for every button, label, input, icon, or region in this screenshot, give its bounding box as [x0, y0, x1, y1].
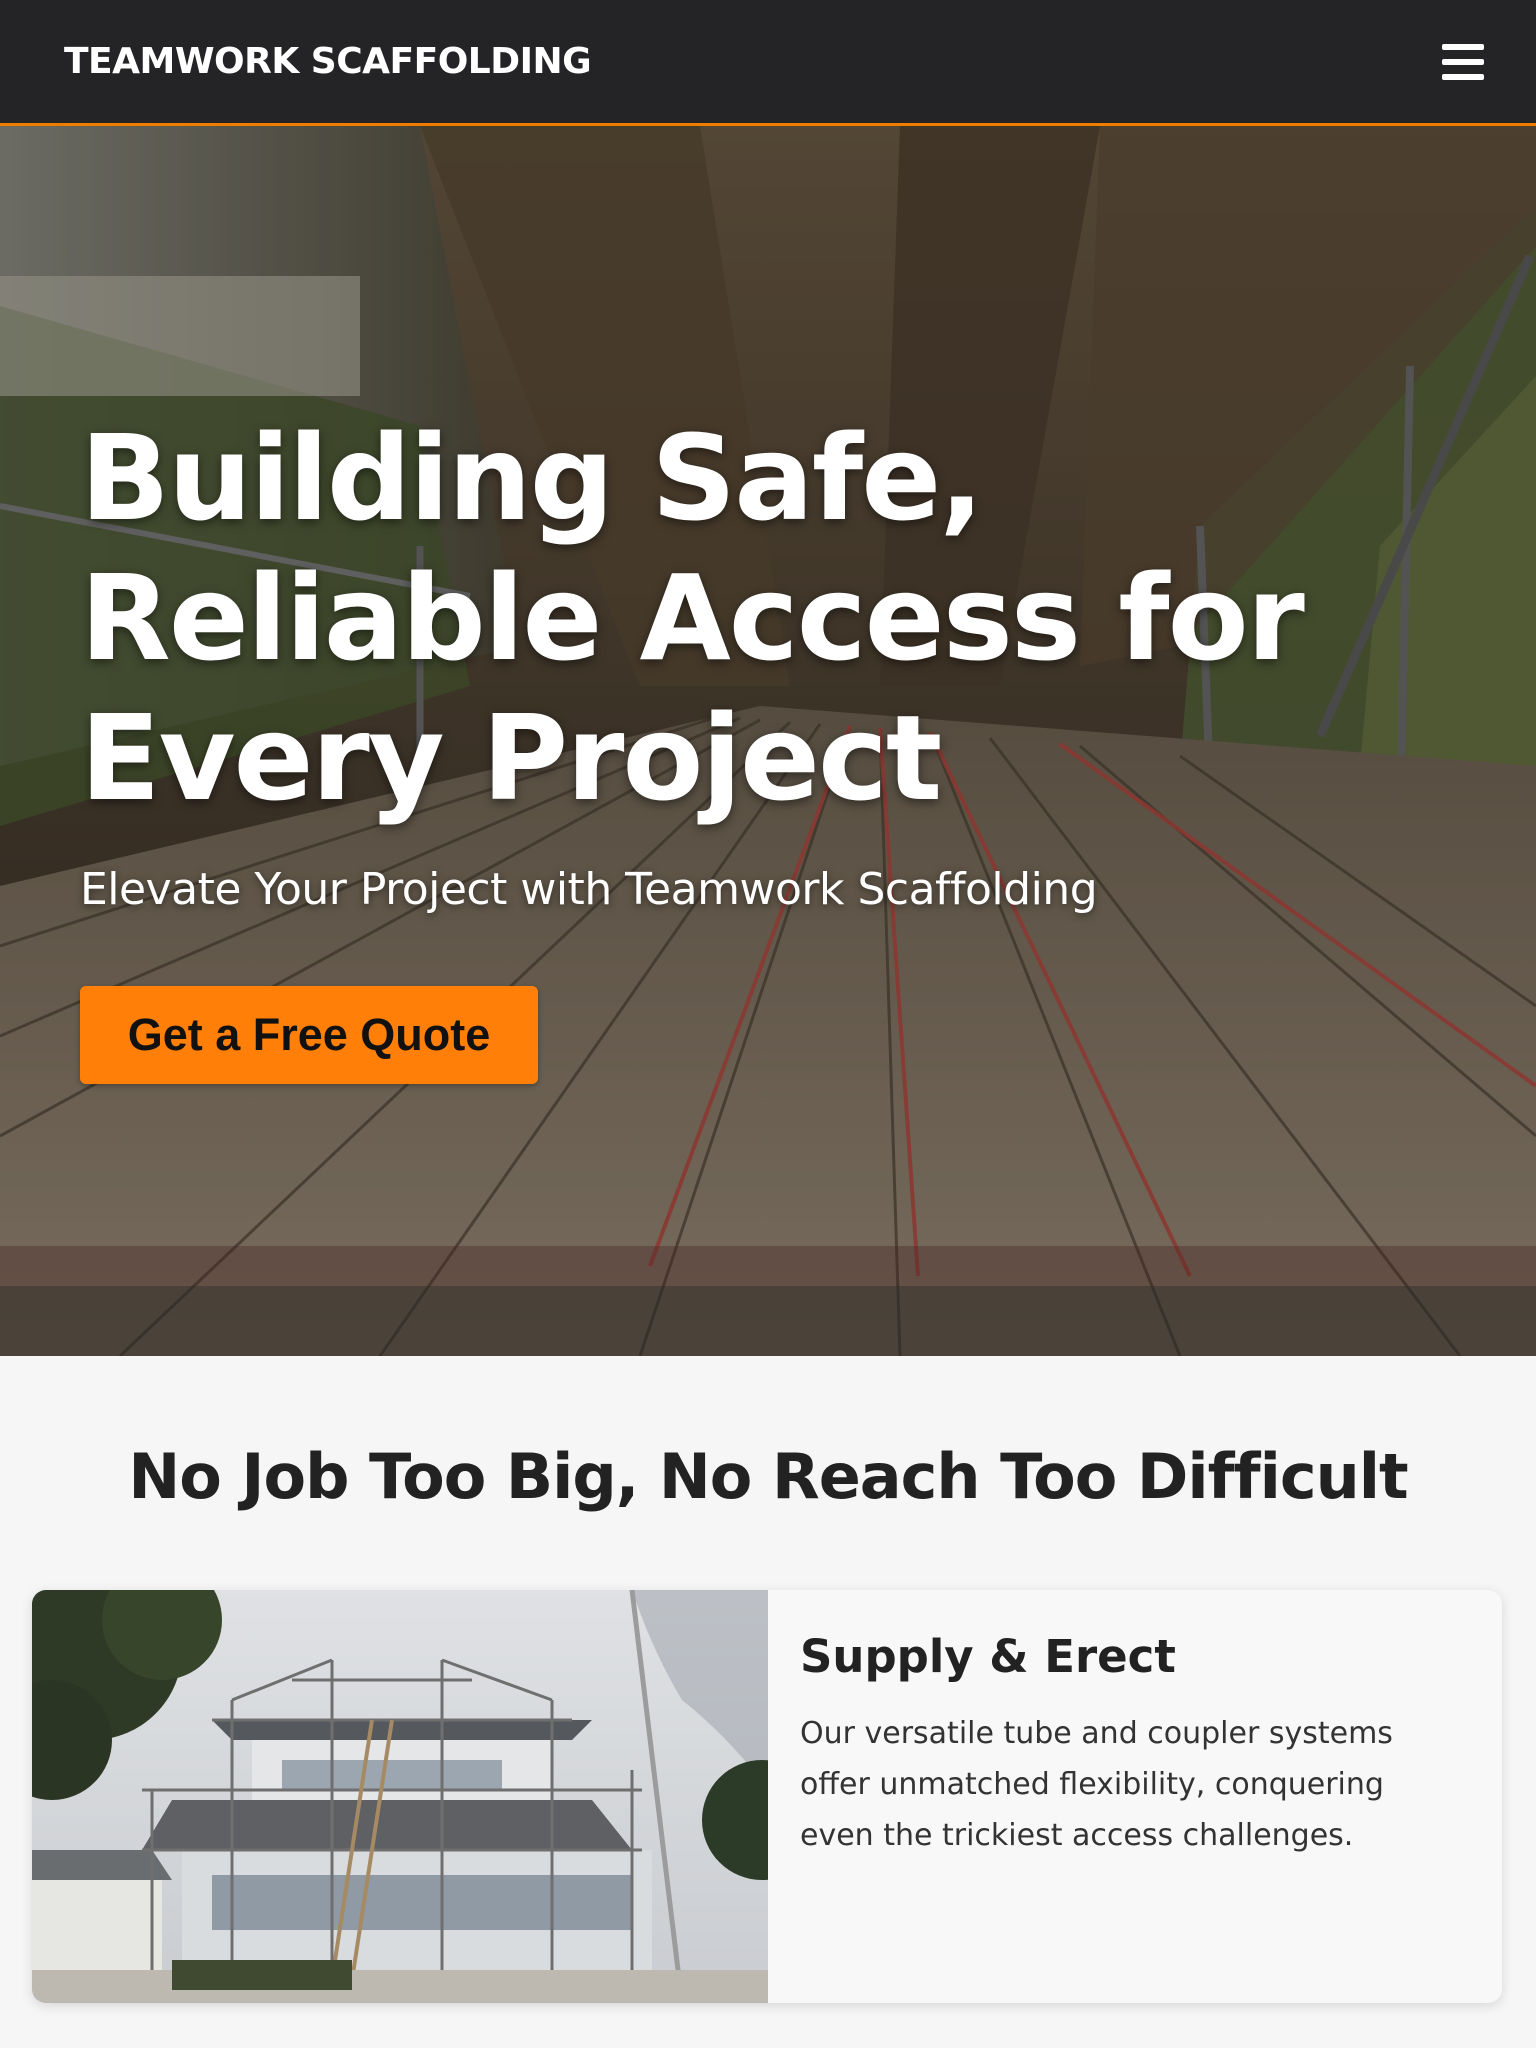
hamburger-menu-icon[interactable] [1442, 43, 1484, 80]
brand-logo-text[interactable]: TEAMWORK SCAFFOLDING [64, 41, 592, 82]
services-heading: No Job Too Big, No Reach Too Difficult [128, 1440, 1408, 1513]
service-card-description: Our versatile tube and coupler systems o… [800, 1716, 1393, 1853]
menu-bar-bottom [1442, 73, 1484, 80]
service-card-supply-erect[interactable]: Supply & Erect Our versatile tube and co… [32, 1590, 1502, 2003]
service-card-title: Supply & Erect [800, 1630, 1176, 1683]
service-card-image [32, 1590, 768, 2003]
hero-section: Building Safe, Reliable Access for Every… [0, 126, 1536, 1356]
hero-subtitle: Elevate Your Project with Teamwork Scaff… [80, 864, 1098, 915]
menu-bar-top [1442, 43, 1484, 50]
get-free-quote-button[interactable]: Get a Free Quote [80, 986, 538, 1084]
top-navbar: TEAMWORK SCAFFOLDING [0, 0, 1536, 126]
menu-bar-middle [1442, 58, 1484, 65]
hero-title: Building Safe, Reliable Access for Every… [80, 409, 1305, 827]
